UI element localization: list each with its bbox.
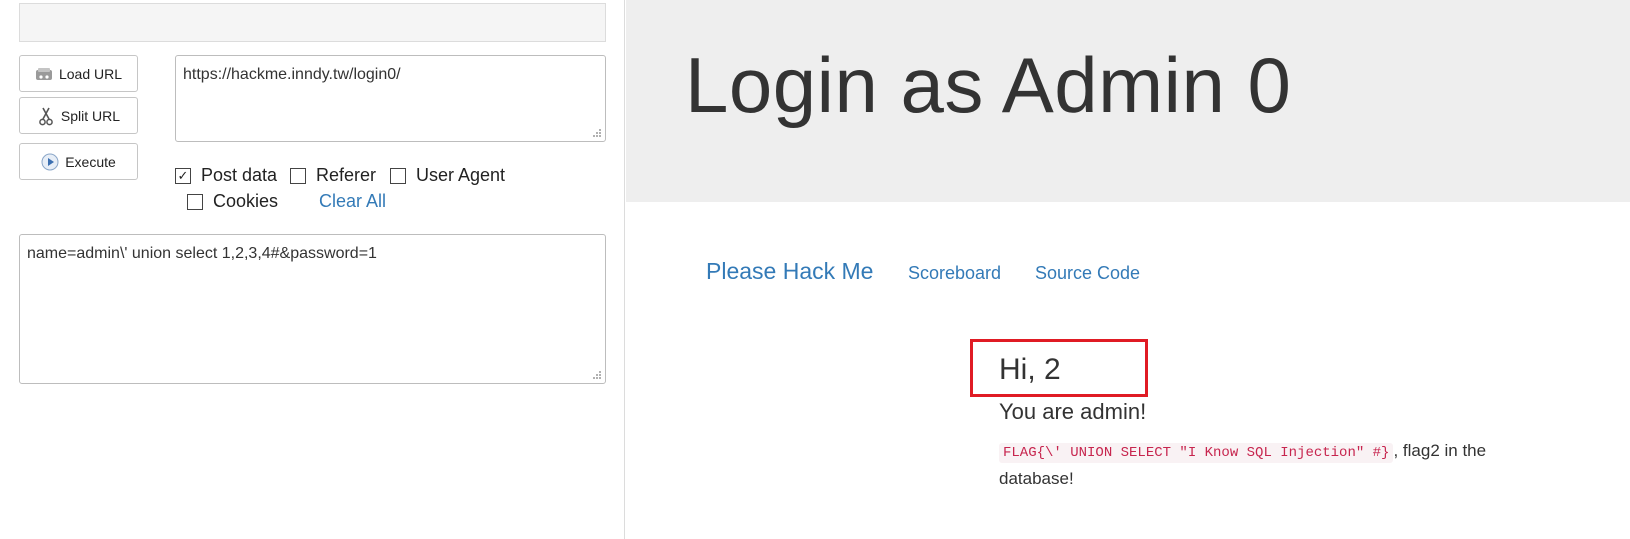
page-title: Login as Admin 0 (685, 41, 1292, 129)
cookies-label: Cookies (213, 191, 279, 211)
execute-button[interactable]: Execute (19, 143, 138, 180)
cookies-checkbox[interactable] (187, 193, 203, 210)
user-agent-checkbox[interactable] (390, 167, 406, 184)
scissors-icon (37, 107, 55, 125)
hackbar-panel: Load URL Split URL Execute https://hackm… (0, 0, 625, 539)
referer-checkbox[interactable] (290, 167, 306, 184)
referer-label: Referer (316, 165, 377, 185)
nav-source-code-link[interactable]: Source Code (1035, 263, 1140, 284)
flag-message: FLAG{\' UNION SELECT "I Know SQL Injecti… (999, 438, 1539, 491)
load-url-icon (35, 65, 53, 83)
split-url-button[interactable]: Split URL (19, 97, 138, 134)
url-textarea[interactable]: https://hackme.inndy.tw/login0/ (175, 55, 606, 142)
post-data-label: Post data (201, 165, 278, 185)
post-data-textarea[interactable]: name=admin\' union select 1,2,3,4#&passw… (19, 234, 606, 384)
post-data-option[interactable]: ✓ Post data (175, 165, 277, 186)
nav-scoreboard-link[interactable]: Scoreboard (908, 263, 1001, 284)
load-url-button[interactable]: Load URL (19, 55, 138, 92)
post-data-value: name=admin\' union select 1,2,3,4#&passw… (27, 245, 377, 262)
user-agent-option[interactable]: User Agent (390, 165, 505, 186)
flag-code: FLAG{\' UNION SELECT "I Know SQL Injecti… (999, 443, 1394, 463)
greeting-heading: Hi, 2 (999, 353, 1061, 386)
clear-all-link[interactable]: Clear All (319, 191, 386, 212)
execute-label: Execute (65, 153, 116, 170)
load-url-label: Load URL (58, 65, 123, 82)
resize-grip-icon[interactable] (592, 370, 602, 380)
nav-brand-link[interactable]: Please Hack Me (706, 258, 873, 285)
resize-grip-icon[interactable] (592, 128, 602, 138)
play-icon (41, 153, 59, 171)
split-url-label: Split URL (60, 107, 121, 124)
hackbar-top-bar (19, 3, 606, 42)
admin-status-text: You are admin! (999, 399, 1147, 424)
user-agent-label: User Agent (416, 165, 506, 185)
referer-option[interactable]: Referer (290, 165, 376, 186)
jumbotron: Login as Admin 0 (626, 0, 1630, 202)
url-value: https://hackme.inndy.tw/login0/ (183, 66, 401, 83)
post-data-checkbox[interactable]: ✓ (175, 167, 191, 184)
screen: Load URL Split URL Execute https://hackm… (0, 0, 1630, 539)
cookies-option[interactable]: Cookies (187, 191, 278, 212)
web-page: Login as Admin 0 Please Hack Me Scoreboa… (626, 0, 1630, 539)
